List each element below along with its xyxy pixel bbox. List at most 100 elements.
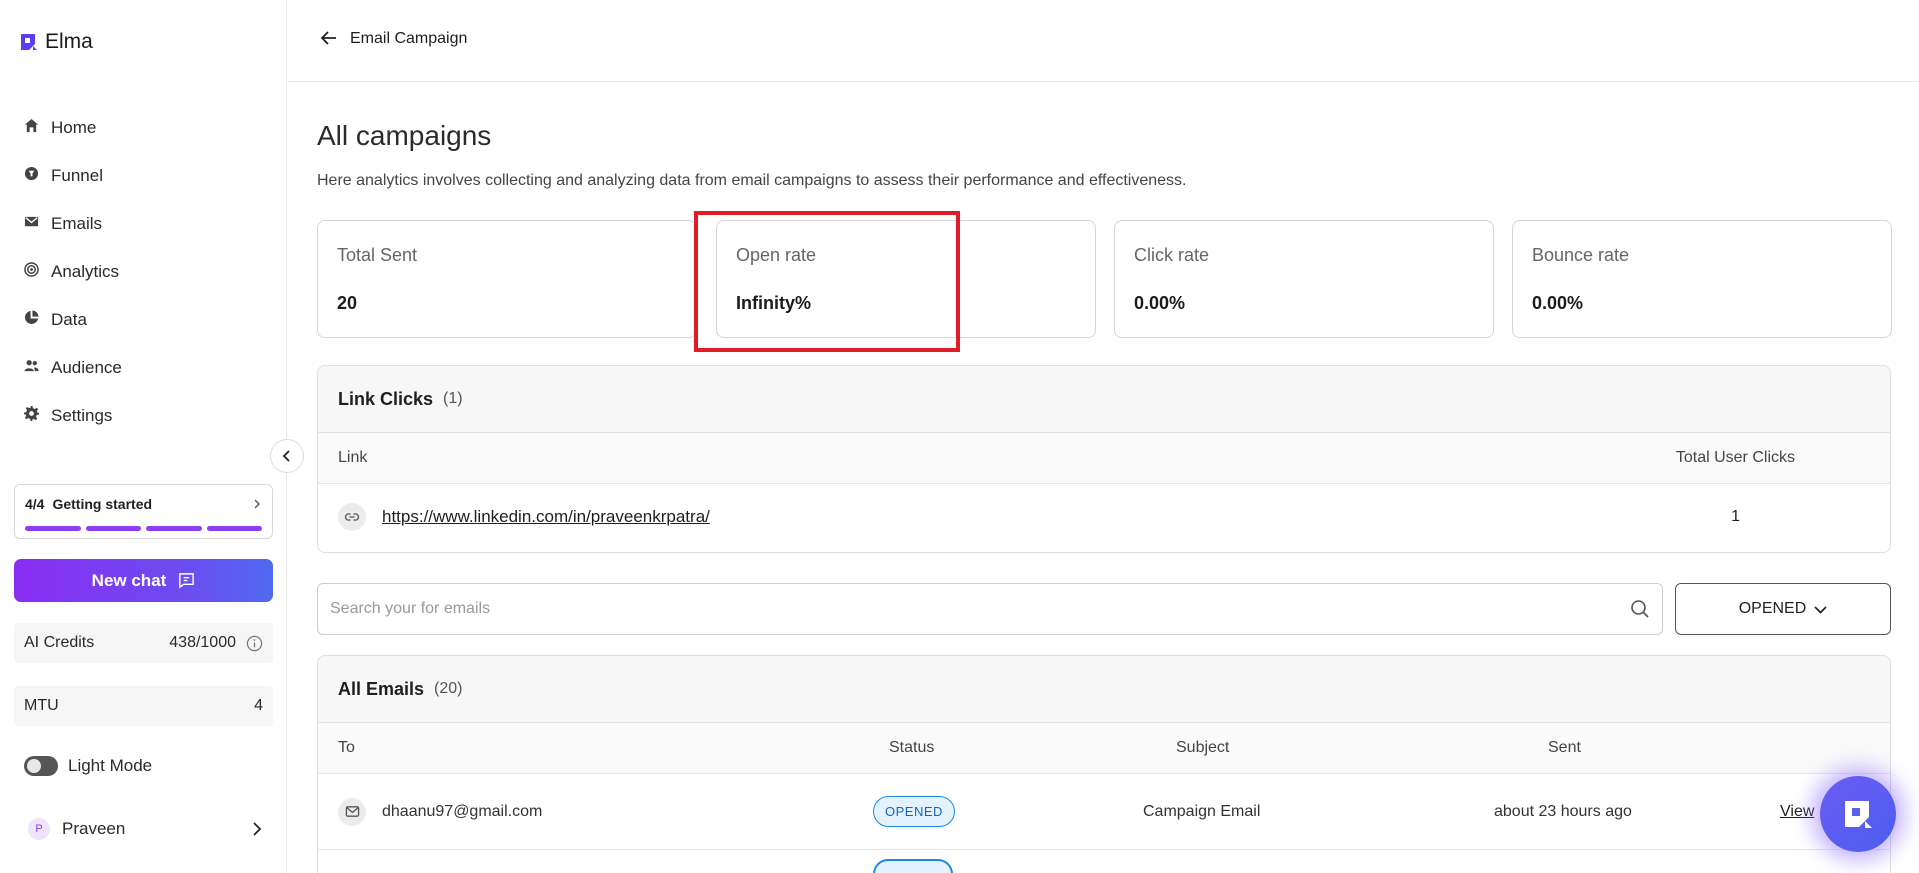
email-subject: Campaign Email [1143,802,1261,820]
stat-label: Bounce rate [1532,245,1630,265]
view-link[interactable]: View [1780,803,1814,821]
sidebar-item-label: Data [51,310,87,329]
link-url[interactable]: https://www.linkedin.com/in/praveenkrpat… [382,507,710,527]
stat-card-bounce-rate: Bounce rate 0.00% [1512,220,1892,338]
pie-chart-icon [24,310,39,330]
status-filter-dropdown[interactable]: OPENED [1675,583,1891,635]
new-chat-button[interactable]: New chat [14,559,273,602]
column-link: Link [338,449,368,466]
link-clicks-count: (1) [443,390,463,407]
link-clicks-value: 1 [1731,508,1740,525]
sidebar-item-label: Analytics [51,262,120,281]
status-badge: OPENED [873,796,955,827]
status-filter-value: OPENED [1738,600,1807,617]
sidebar-item-analytics[interactable]: Analytics [24,248,264,296]
email-sent-time: about 23 hours ago [1494,802,1632,820]
getting-started-progress [25,526,262,531]
table-row: https://www.linkedin.com/in/praveenkrpat… [318,484,1890,550]
column-status: Status [889,739,935,756]
mtu-value: 4 [254,697,263,714]
elma-logo-icon [1845,801,1872,828]
stat-value: 20 [337,293,358,313]
table-row: dhaanu97@gmail.com OPENED Campaign Email… [318,774,1890,850]
sidebar-nav: Home Funnel Emails Analytics Data Audien… [24,104,264,440]
column-sent: Sent [1548,739,1581,756]
sidebar-item-settings[interactable]: Settings [24,392,264,440]
progress-step [25,526,81,531]
emails-column-header: To Status Subject Sent [318,723,1890,774]
link-clicks-title: Link Clicks [338,388,434,409]
chevron-right-icon [253,822,262,836]
sidebar-item-audience[interactable]: Audience [24,344,264,392]
stat-label: Total Sent [337,245,418,265]
breadcrumb: Email Campaign [350,30,468,47]
chat-launcher-button[interactable] [1820,776,1896,852]
chevron-right-icon [254,499,260,509]
mtu: MTU 4 [14,686,273,726]
sidebar-item-label: Emails [51,214,103,233]
avatar: P [28,818,50,840]
all-emails-count: (20) [434,680,463,697]
chevron-left-icon [282,450,290,462]
stat-value: Infinity% [736,293,811,313]
sidebar-item-emails[interactable]: Emails [24,200,264,248]
getting-started-card[interactable]: 4/4 Getting started [14,484,273,539]
sidebar-item-label: Settings [51,406,113,425]
mail-icon [338,797,366,826]
progress-step [85,526,141,531]
stat-value: 0.00% [1532,293,1584,313]
page-title: All campaigns [317,120,492,151]
ai-credits: AI Credits 438/1000 [14,623,273,663]
light-mode-toggle[interactable] [24,756,58,776]
link-clicks-header: Link Clicks (1) [318,366,1890,433]
home-icon [24,118,39,138]
mtu-label: MTU [24,697,59,714]
sidebar-item-label: Funnel [51,166,103,185]
back-arrow-icon[interactable] [320,29,338,47]
column-total-user-clicks: Total User Clicks [1675,449,1795,466]
new-chat-label: New chat [91,570,167,590]
page-description: Here analytics involves collecting and a… [317,172,1187,189]
gear-icon [24,406,39,426]
email-recipient: dhaanu97@gmail.com [382,802,543,820]
search-bar [317,583,1663,635]
column-subject: Subject [1176,739,1230,756]
getting-started-count: 4/4 [25,496,45,512]
analytics-icon [24,262,39,282]
mail-icon [24,214,39,234]
collapse-sidebar-button[interactable] [270,439,304,473]
status-badge [873,859,953,873]
column-to: To [338,739,355,756]
stat-label: Click rate [1134,245,1210,265]
light-mode-label: Light Mode [68,756,153,775]
stat-value: 0.00% [1134,293,1186,313]
sidebar-item-funnel[interactable]: Funnel [24,152,264,200]
all-emails-header: All Emails (20) [318,656,1890,723]
sidebar-item-home[interactable]: Home [24,104,264,152]
link-clicks-column-header: Link Total User Clicks [318,433,1890,484]
chat-icon [179,573,195,589]
stat-label: Open rate [736,245,817,265]
progress-step [206,526,262,531]
elma-logo-icon [19,32,39,52]
sidebar-item-label: Home [51,118,97,137]
search-input[interactable] [330,600,1630,618]
getting-started-label: Getting started [52,496,153,512]
chevron-down-icon [1814,605,1827,614]
ai-credits-value: 438/1000 [169,634,236,651]
link-icon [338,503,366,531]
sidebar-item-data[interactable]: Data [24,296,264,344]
stat-card-total-sent: Total Sent 20 [317,220,697,338]
search-icon[interactable] [1630,599,1650,619]
user-menu[interactable]: P Praveen [28,818,263,840]
light-mode-setting: Light Mode [24,756,152,776]
info-icon[interactable] [246,635,263,652]
all-emails-card: All Emails (20) To Status Subject Sent d… [317,655,1891,873]
link-clicks-card: Link Clicks (1) Link Total User Clicks h… [317,365,1891,553]
progress-step [146,526,202,531]
stat-card-open-rate: Open rate Infinity% [716,220,1096,338]
logo[interactable]: Elma [19,30,93,54]
topbar: Email Campaign [288,0,1919,82]
funnel-icon [24,166,39,186]
sidebar: Elma Home Funnel Emails Analytics Data A… [0,0,287,873]
